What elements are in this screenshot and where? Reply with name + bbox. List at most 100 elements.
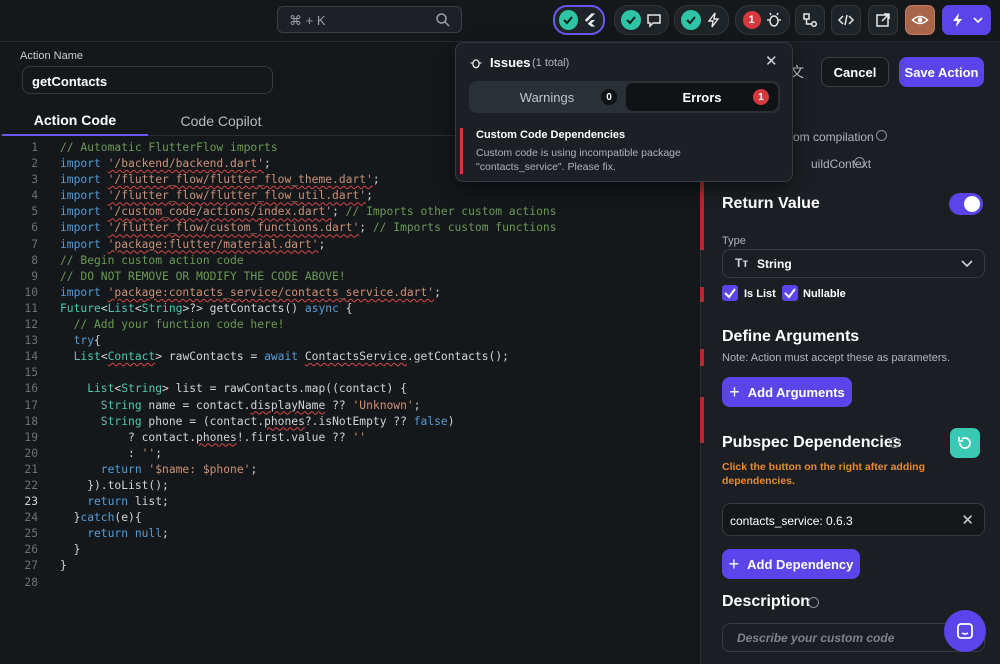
- code-token: list;: [128, 495, 169, 509]
- code-line[interactable]: 11 Future<List<String>?> getContacts() as…: [0, 301, 700, 317]
- toggle-knob: [964, 196, 980, 212]
- refresh-dependencies-button[interactable]: [950, 428, 980, 458]
- issues-toggle[interactable]: 1: [735, 5, 790, 35]
- code-line[interactable]: 10 import 'package:contacts_service/conta…: [0, 285, 700, 301]
- check-icon: [559, 10, 578, 30]
- tab-action-code[interactable]: Action Code: [2, 105, 148, 136]
- code-token: .getContacts();: [406, 350, 509, 364]
- run-button[interactable]: [942, 5, 991, 35]
- code-line[interactable]: 7 import 'package:flutter/material.dart';: [0, 237, 700, 253]
- tab-code-copilot[interactable]: Code Copilot: [150, 105, 292, 136]
- code-token: ;: [413, 398, 421, 412]
- line-content: import '/custom_code/actions/index.dart'…: [60, 204, 557, 220]
- code-line[interactable]: 15: [0, 365, 700, 381]
- code-token: Contact: [107, 350, 156, 364]
- code-editor[interactable]: 1 // Automatic FlutterFlow imports 2 import…: [0, 140, 700, 591]
- code-token: name = contact.: [141, 398, 251, 412]
- code-line[interactable]: 20 : '';: [0, 446, 700, 462]
- branch-icon: [803, 13, 818, 28]
- line-number: 11: [24, 301, 38, 315]
- code-line[interactable]: 19 ? contact.phones!.first.value ?? '': [0, 430, 700, 446]
- code-token: import: [60, 157, 108, 171]
- line-content: return '$name: $phone';: [60, 462, 257, 478]
- code-token: displayName: [250, 398, 326, 412]
- is-list-checkbox[interactable]: [722, 285, 738, 301]
- code-token: return null: [60, 527, 163, 541]
- check-icon: [724, 288, 736, 299]
- dependency-input[interactable]: contacts_service: 0.6.3 ✕: [722, 503, 985, 536]
- code-line[interactable]: 16 List<String> list = rawContacts.map((…: [0, 381, 700, 397]
- cancel-button[interactable]: Cancel: [821, 57, 889, 87]
- info-icon: [808, 597, 819, 608]
- type-select-value: String: [757, 257, 792, 271]
- code-line[interactable]: 27}: [0, 558, 700, 574]
- code-token: String: [60, 398, 142, 412]
- action-name-label: Action Name: [20, 50, 83, 62]
- action-name-input[interactable]: getContacts: [22, 66, 273, 94]
- line-number: 16: [24, 382, 38, 396]
- code-token: '/backend/backend.dart': [107, 157, 265, 171]
- bug-icon: [470, 59, 482, 69]
- code-line[interactable]: 25 return null;: [0, 526, 700, 542]
- close-icon[interactable]: ✕: [765, 52, 778, 70]
- code-line[interactable]: 8 // Begin custom action code: [0, 253, 700, 269]
- code-line[interactable]: 24 }catch(e){: [0, 510, 700, 526]
- code-view-button[interactable]: [831, 5, 861, 35]
- flutter-status-toggle[interactable]: [553, 5, 605, 35]
- line-number: 4: [31, 189, 38, 203]
- code-line[interactable]: 12 // Add your function code here!: [0, 317, 700, 333]
- command-search[interactable]: ⌘ + K: [277, 6, 462, 33]
- code-token: ??: [325, 398, 353, 412]
- line-number: 14: [24, 350, 38, 364]
- line-number: 19: [24, 430, 38, 444]
- code-line[interactable]: 23 return list;: [0, 494, 700, 510]
- line-number: 20: [24, 446, 38, 460]
- code-line[interactable]: 22 }).toList();: [0, 478, 700, 494]
- code-token: 'Unknown': [352, 398, 414, 412]
- code-line[interactable]: 9 // DO NOT REMOVE OR MODIFY THE CODE ABO…: [0, 269, 700, 285]
- issue-item[interactable]: Custom Code Dependencies Custom code is …: [456, 125, 792, 179]
- code-token: ;: [332, 205, 346, 219]
- code-line[interactable]: 17 String name = contact.displayName ?? …: [0, 398, 700, 414]
- return-value-toggle[interactable]: [949, 193, 983, 215]
- code-token: return: [60, 495, 129, 509]
- code-line[interactable]: 5 import '/custom_code/actions/index.dart…: [0, 204, 700, 220]
- code-line[interactable]: 13 try{: [0, 333, 700, 349]
- chat-launcher-button[interactable]: [944, 610, 986, 652]
- search-icon: [436, 13, 450, 27]
- type-select[interactable]: Tт String: [722, 249, 985, 278]
- code-token: '/flutter_flow/custom_functions.dart': [107, 221, 360, 235]
- code-token: await: [264, 350, 305, 364]
- add-dependency-button[interactable]: + Add Dependency: [722, 549, 860, 579]
- code-line[interactable]: 26 }: [0, 542, 700, 558]
- code-line[interactable]: 21 return '$name: $phone';: [0, 462, 700, 478]
- line-content: return list;: [60, 494, 169, 510]
- code-line[interactable]: 14 List<Contact> rawContacts = await Con…: [0, 349, 700, 365]
- code-icon: [837, 14, 855, 26]
- line-content: Future<List<String>?> getContacts() asyn…: [60, 301, 353, 317]
- comments-status-toggle[interactable]: [614, 5, 669, 35]
- code-line[interactable]: 28: [0, 575, 700, 591]
- code-token: return: [60, 462, 149, 476]
- code-token: import: [60, 173, 108, 187]
- line-content: import '/flutter_flow/flutter_flow_util.…: [60, 188, 373, 204]
- code-line[interactable]: 6 import '/flutter_flow/custom_functions.…: [0, 220, 700, 236]
- clear-icon[interactable]: ✕: [961, 511, 974, 529]
- code-line[interactable]: 18 String phone = (contact.phones?.isNot…: [0, 414, 700, 430]
- lightning-status-toggle[interactable]: [674, 5, 729, 35]
- line-number: 2: [31, 157, 38, 171]
- add-arguments-button[interactable]: + Add Arguments: [722, 377, 852, 407]
- preview-button[interactable]: [905, 5, 935, 35]
- code-token: ? contact.: [60, 430, 197, 444]
- code-token: String: [60, 414, 142, 428]
- code-token: (e){: [114, 511, 142, 525]
- save-action-button[interactable]: Save Action: [899, 57, 984, 87]
- open-external-button[interactable]: [868, 5, 898, 35]
- code-line[interactable]: 4 import '/flutter_flow/flutter_flow_util…: [0, 188, 700, 204]
- nullable-checkbox[interactable]: [782, 285, 798, 301]
- plus-icon: +: [729, 381, 740, 402]
- pubspec-note: Click the button on the right after addi…: [722, 461, 925, 487]
- code-token: ?.isNotEmpty ??: [304, 414, 414, 428]
- branch-button[interactable]: [795, 5, 825, 35]
- line-content: }).toList();: [60, 478, 169, 494]
